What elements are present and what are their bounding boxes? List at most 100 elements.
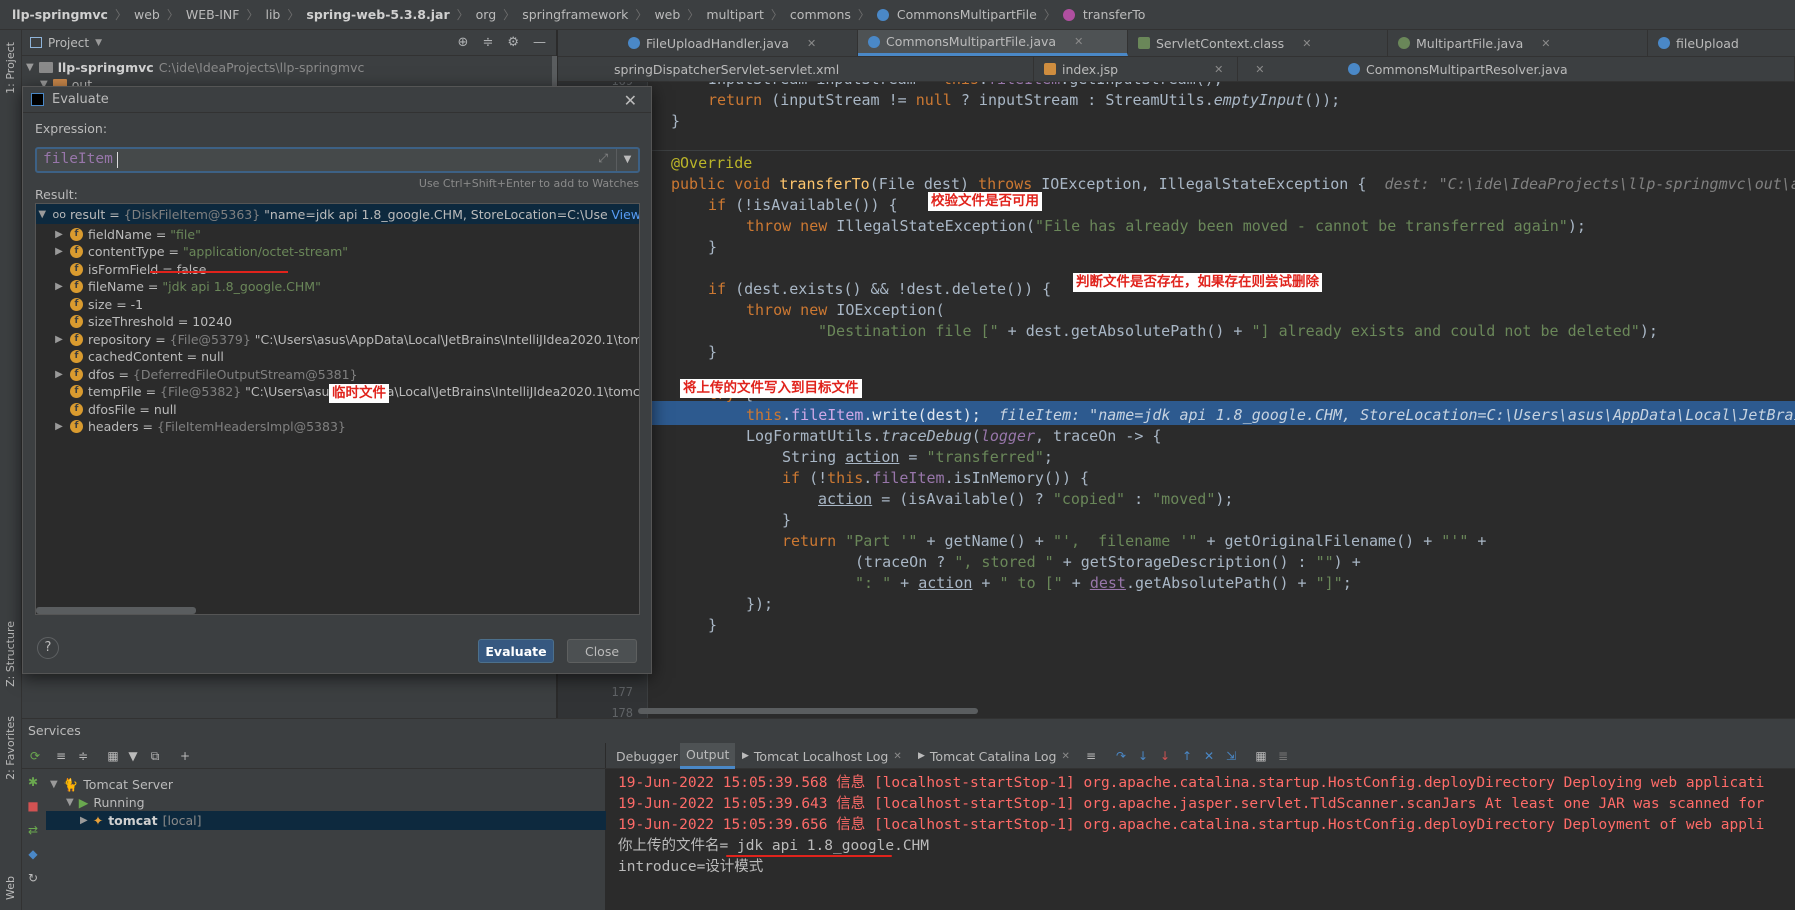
group-icon[interactable]: ▦ xyxy=(106,749,120,763)
breadcrumb-item[interactable]: transferTo xyxy=(1083,7,1146,22)
dialog-title: Evaluate xyxy=(52,92,109,107)
locate-icon[interactable]: ⊕ xyxy=(458,35,469,50)
breadcrumb-item[interactable]: WEB-INF xyxy=(186,7,240,22)
collapse-all-icon[interactable]: ≑ xyxy=(76,749,90,763)
add-icon[interactable]: + xyxy=(178,749,192,763)
trace-icon[interactable]: ≣ xyxy=(1276,749,1290,763)
close-icon[interactable]: ✕ xyxy=(807,37,816,50)
breadcrumb-item[interactable]: lib xyxy=(265,7,280,22)
expression-input[interactable]: fileItem ⤢ ▼ xyxy=(35,147,640,173)
result-field-row[interactable]: ▶ f headers = {FileItemHeadersImpl@5383} xyxy=(52,417,350,437)
code-editor[interactable]: 169 177 178 InputStream inputStream = th… xyxy=(558,82,1795,718)
breadcrumb-item[interactable]: springframework xyxy=(522,7,628,22)
editor-horizontal-scrollbar[interactable] xyxy=(638,708,978,714)
expand-all-icon[interactable]: ≡ xyxy=(54,749,68,763)
tab-servletcontext[interactable]: ServletContext.class ✕ xyxy=(1128,30,1388,56)
evaluate-icon[interactable]: ▦ xyxy=(1254,749,1268,763)
breadcrumb-item[interactable]: multipart xyxy=(706,7,764,22)
expand-arrow-icon[interactable]: ▼ xyxy=(36,209,48,220)
tab-commonsmultipartresolver[interactable]: CommonsMultipartResolver.java xyxy=(1338,57,1795,81)
result-horizontal-scrollbar[interactable] xyxy=(36,607,196,614)
tab-multipartfile[interactable]: MultipartFile.java ✕ xyxy=(1388,30,1648,56)
breadcrumb-item[interactable]: org xyxy=(476,7,497,22)
tomcat-instance-label: tomcat xyxy=(108,813,158,828)
close-icon[interactable]: ✕ xyxy=(1302,37,1311,50)
breadcrumb-item[interactable]: spring-web-5.3.8.jar xyxy=(306,7,449,22)
breadcrumb-item[interactable]: web xyxy=(134,7,160,22)
expand-arrow-icon[interactable]: ▶ xyxy=(52,369,66,380)
close-icon[interactable]: ✕ xyxy=(624,91,637,110)
stop-icon[interactable]: ■ xyxy=(26,799,40,813)
force-step-into-icon[interactable]: ↓ xyxy=(1158,749,1172,763)
expand-arrow-icon[interactable]: ▶ xyxy=(52,246,66,257)
tab-commonsmultipartfile[interactable]: CommonsMultipartFile.java ✕ xyxy=(858,30,1128,56)
dialog-title-bar[interactable]: Evaluate ✕ xyxy=(23,87,651,113)
expand-arrow-icon[interactable]: ▶ xyxy=(52,281,66,292)
result-root-row[interactable]: ▼ oo result = {DiskFileItem@5363} "name=… xyxy=(36,204,639,224)
code-line: } xyxy=(708,343,718,361)
result-tree[interactable]: ▼ oo result = {DiskFileItem@5363} "name=… xyxy=(35,203,640,615)
expand-arrow-icon[interactable]: ▼ xyxy=(26,62,34,73)
help-button[interactable]: ? xyxy=(37,637,59,659)
breadcrumb-item[interactable]: web xyxy=(654,7,680,22)
new-tab-icon[interactable]: ⧉ xyxy=(148,749,162,763)
close-icon[interactable]: ✕ xyxy=(1074,35,1083,48)
filter-icon[interactable]: ▼ xyxy=(126,749,140,763)
structure-tool-tab[interactable]: Z: Structure xyxy=(2,615,19,693)
field-ref: {FileItemHeadersImpl@5383} xyxy=(156,419,346,434)
refresh-icon[interactable]: ↻ xyxy=(26,871,40,885)
expand-arrow-icon[interactable]: ▼ xyxy=(50,779,58,790)
expand-arrow-icon[interactable]: ▶ xyxy=(52,421,66,432)
tomcat-instance-row[interactable]: ▶ ✦ tomcat [local] xyxy=(46,811,606,830)
tab-fileuploadhandler[interactable]: FileUploadHandler.java ✕ xyxy=(618,30,858,56)
collapse-all-icon[interactable]: ≑ xyxy=(482,35,493,50)
console-output[interactable]: 19-Jun-2022 15:05:39.568 信息 [localhost-s… xyxy=(606,769,1795,910)
artifacts-icon[interactable]: ◆ xyxy=(26,847,40,861)
expand-arrow-icon[interactable]: ▶ xyxy=(80,815,88,826)
debug-icon[interactable]: ✱ xyxy=(26,775,40,789)
close-icon[interactable]: ✕ xyxy=(1541,37,1550,50)
watches-hint: Use Ctrl+Shift+Enter to add to Watches xyxy=(418,177,639,190)
tab-index-jsp[interactable]: index.jsp ✕ xyxy=(1033,57,1238,81)
expand-arrow-icon[interactable]: ▶ xyxy=(52,229,66,240)
breadcrumb-item[interactable]: llp-springmvc xyxy=(12,7,108,22)
tab-output[interactable]: Output xyxy=(680,743,736,769)
drop-frame-icon[interactable]: ✕ xyxy=(1202,749,1216,763)
rerun-icon[interactable]: ⟳ xyxy=(28,749,42,763)
run-to-cursor-icon[interactable]: ⇲ xyxy=(1224,749,1238,763)
step-out-icon[interactable]: ↑ xyxy=(1180,749,1194,763)
running-row[interactable]: ▼ ▶ Running xyxy=(66,793,145,812)
expand-arrow-icon[interactable]: ▶ xyxy=(52,334,66,345)
breadcrumb-item[interactable]: CommonsMultipartFile xyxy=(897,7,1037,22)
step-into-icon[interactable]: ↓ xyxy=(1136,749,1150,763)
deploy-icon[interactable]: ⇄ xyxy=(26,823,40,837)
web-tool-tab[interactable]: Web xyxy=(2,870,19,906)
expand-arrow-icon[interactable]: ▼ xyxy=(66,797,74,808)
tab-debugger[interactable]: Debugger xyxy=(610,743,684,769)
field-icon: f xyxy=(70,420,83,433)
tab-catalina-log[interactable]: ▶ Tomcat Catalina Log ✕ xyxy=(912,743,1076,769)
hide-icon[interactable]: — xyxy=(533,35,546,50)
close-icon[interactable]: ✕ xyxy=(893,751,901,762)
menu-icon[interactable]: ≡ xyxy=(1084,749,1098,763)
red-underline-mark xyxy=(150,271,288,273)
history-dropdown-icon[interactable]: ▼ xyxy=(616,149,638,171)
breadcrumb-item[interactable]: commons xyxy=(790,7,851,22)
tab-fileupload[interactable]: fileUpload xyxy=(1648,30,1795,56)
close-icon[interactable]: ✕ xyxy=(1214,63,1223,76)
project-view-selector[interactable]: Project xyxy=(48,36,89,50)
tomcat-server-row[interactable]: ▼ 🐈 Tomcat Server xyxy=(50,775,173,794)
field-icon: f xyxy=(70,402,83,416)
project-tool-tab[interactable]: 1: Project xyxy=(2,36,19,100)
tab-localhost-log[interactable]: ▶ Tomcat Localhost Log ✕ xyxy=(736,743,908,769)
evaluate-button[interactable]: Evaluate xyxy=(478,639,554,663)
close-icon[interactable]: ✕ xyxy=(1061,751,1069,762)
close-button[interactable]: Close xyxy=(567,639,637,663)
step-over-icon[interactable]: ↷ xyxy=(1114,749,1128,763)
view-link[interactable]: View xyxy=(611,207,639,222)
expand-icon[interactable]: ⤢ xyxy=(598,151,608,166)
favorites-tool-tab[interactable]: 2: Favorites xyxy=(2,710,19,786)
chevron-down-icon[interactable]: ▼ xyxy=(95,38,102,48)
gear-icon[interactable]: ⚙ xyxy=(507,35,519,50)
field-value: "C:\Users\asus\AppData\Local\JetBrains\I… xyxy=(254,331,640,347)
